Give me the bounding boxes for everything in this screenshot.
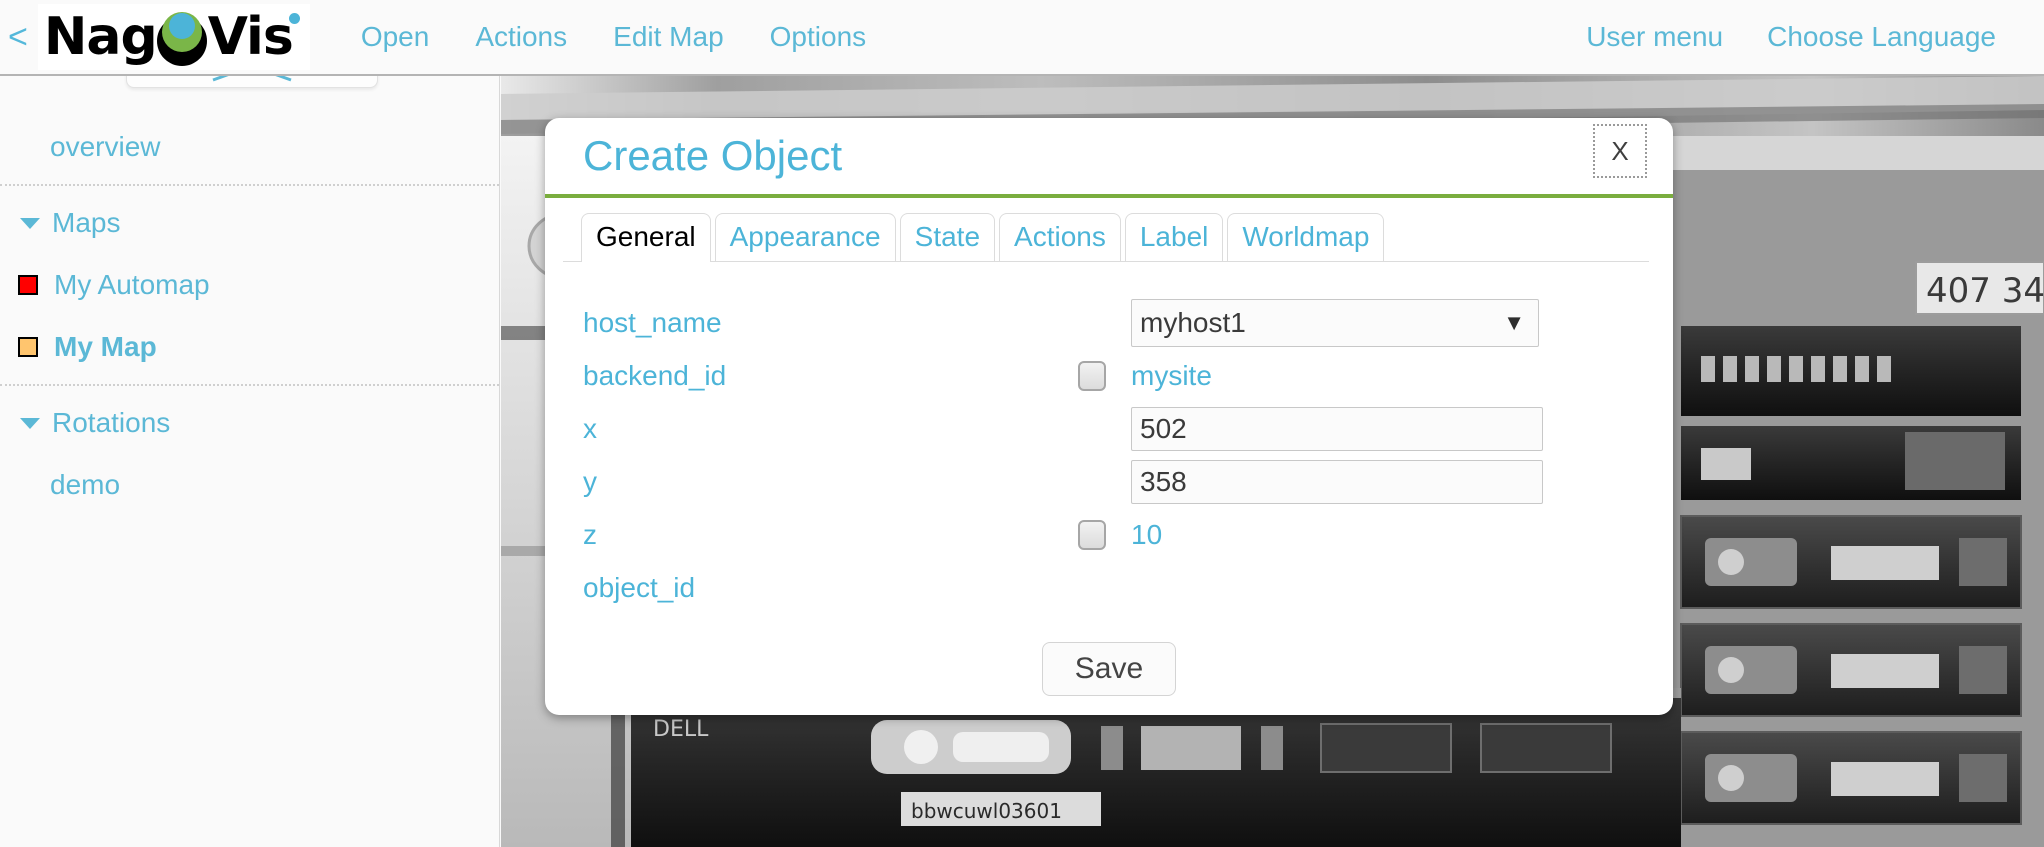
form-row-y: y [545, 455, 1673, 508]
nav-actions[interactable]: Actions [452, 21, 590, 53]
map-canvas[interactable]: 407 34 [501, 76, 2044, 847]
host-name-select[interactable]: myhost1 [1131, 299, 1539, 347]
chevron-up-icon[interactable] [209, 76, 295, 84]
close-icon[interactable]: X [1593, 124, 1647, 178]
logo-text-vis: Vis [208, 11, 293, 63]
svg-text:bbwcuwl03601: bbwcuwl03601 [911, 799, 1062, 823]
logo-orb-icon [153, 8, 211, 66]
main-nav: Open Actions Edit Map Options [338, 21, 889, 53]
dialog-form: host_name myhost1 ▼ backend_id [545, 262, 1673, 696]
triangle-down-icon[interactable] [20, 418, 40, 429]
triangle-down-icon[interactable] [20, 218, 40, 229]
sidebar-item-my-map-label: My Map [54, 331, 157, 363]
checkbox-cell-backend-id [1053, 361, 1131, 391]
sidebar-item-my-automap-label: My Automap [54, 269, 210, 301]
tab-appearance[interactable]: Appearance [715, 213, 896, 261]
control-backend-id: mysite [1131, 360, 1673, 392]
nav-edit-map[interactable]: Edit Map [590, 21, 747, 53]
y-input[interactable] [1131, 460, 1543, 504]
nav-choose-language[interactable]: Choose Language [1745, 21, 2018, 53]
control-y [1131, 460, 1673, 504]
sidebar-item-overview-label: overview [50, 131, 160, 163]
sidebar-item-demo[interactable]: demo [0, 454, 499, 516]
header-left: < Nag Vis Open Actions Edit Map Options [0, 0, 889, 74]
sidebar-item-overview[interactable]: overview [0, 116, 499, 178]
x-input[interactable] [1131, 407, 1543, 451]
form-row-host-name: host_name myhost1 ▼ [545, 296, 1673, 349]
tab-worldmap[interactable]: Worldmap [1227, 213, 1384, 261]
nav-user-menu[interactable]: User menu [1564, 21, 1745, 53]
tab-state[interactable]: State [900, 213, 995, 261]
back-arrow-icon[interactable]: < [0, 20, 38, 54]
sidebar-item-my-automap[interactable]: My Automap [0, 254, 499, 316]
nav-options[interactable]: Options [747, 21, 890, 53]
control-x [1131, 407, 1673, 451]
logo-text-nag: Nag [44, 11, 157, 63]
svg-text:DELL: DELL [653, 717, 709, 742]
sidebar-group-rotations-label: Rotations [52, 407, 170, 439]
sidebar-item-my-map[interactable]: My Map [0, 316, 499, 378]
svg-text:407 34: 407 34 [1926, 271, 2044, 311]
label-z: z [583, 519, 1053, 551]
logo-dot-icon [289, 13, 300, 24]
header-right: User menu Choose Language [1564, 21, 2044, 53]
nagvis-logo[interactable]: Nag Vis [38, 4, 310, 70]
create-object-dialog: Create Object X General Appearance State… [545, 118, 1673, 715]
form-row-x: x [545, 402, 1673, 455]
sidebar-group-maps-label: Maps [52, 207, 120, 239]
nav-open[interactable]: Open [338, 21, 453, 53]
save-button[interactable]: Save [1042, 642, 1176, 696]
app-header: < Nag Vis Open Actions Edit Map Options … [0, 0, 2044, 76]
dialog-actions: Save [545, 642, 1673, 696]
z-value: 10 [1131, 519, 1162, 551]
tab-general[interactable]: General [581, 213, 711, 262]
sidebar: overview Maps My Automap My Map Rotation… [0, 76, 500, 847]
sidebar-group-maps[interactable]: Maps [0, 192, 499, 254]
sidebar-divider [0, 184, 499, 186]
z-checkbox[interactable] [1078, 520, 1106, 550]
label-backend-id: backend_id [583, 360, 1053, 392]
dialog-titlebar: Create Object X [545, 118, 1673, 198]
dialog-title: Create Object [545, 132, 842, 180]
label-object-id: object_id [583, 572, 1053, 604]
dialog-tabs: General Appearance State Actions Label W… [563, 210, 1649, 262]
tab-label[interactable]: Label [1125, 213, 1224, 261]
backend-id-checkbox[interactable] [1078, 361, 1106, 391]
checkbox-cell-z [1053, 520, 1131, 550]
control-host-name: myhost1 ▼ [1131, 299, 1673, 347]
logo-text: Nag Vis [44, 8, 304, 66]
control-z: 10 [1131, 519, 1673, 551]
label-x: x [583, 413, 1053, 445]
form-row-object-id: object_id [545, 561, 1673, 614]
status-box-my-map [18, 337, 38, 357]
status-box-my-automap [18, 275, 38, 295]
sidebar-item-demo-label: demo [50, 469, 120, 501]
form-row-z: z 10 [545, 508, 1673, 561]
label-y: y [583, 466, 1053, 498]
sidebar-group-rotations[interactable]: Rotations [0, 392, 499, 454]
tab-actions[interactable]: Actions [999, 213, 1121, 261]
label-host-name: host_name [583, 307, 1053, 339]
sidebar-collapse-panel[interactable] [126, 76, 378, 88]
sidebar-divider [0, 384, 499, 386]
backend-id-value: mysite [1131, 360, 1212, 392]
form-row-backend-id: backend_id mysite [545, 349, 1673, 402]
